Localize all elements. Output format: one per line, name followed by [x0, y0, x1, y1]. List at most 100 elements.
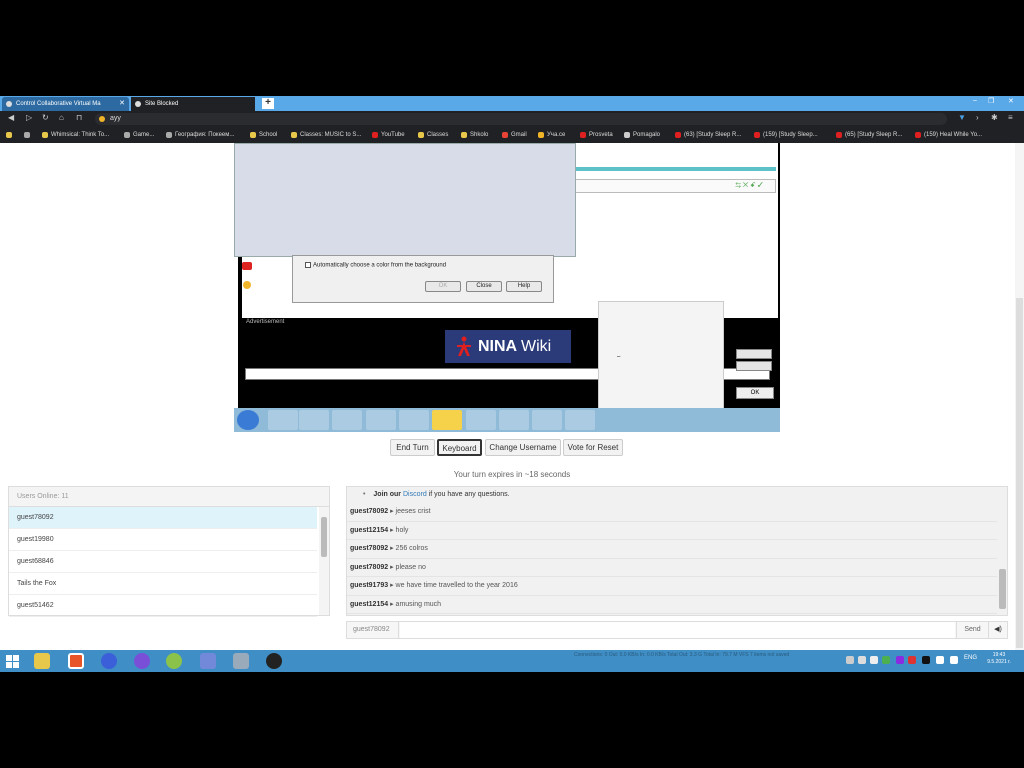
bookmark-geography[interactable]: География: Покеем... [166, 130, 234, 140]
tray-icon[interactable] [896, 656, 904, 664]
vm-explorer-icon[interactable] [268, 410, 298, 430]
bookmark-whimsical[interactable]: Whimsical: Think To... [42, 130, 109, 140]
home-icon[interactable]: ⌂ [59, 113, 64, 122]
close-window-icon[interactable]: ✕ [1008, 97, 1014, 105]
bookmark-game[interactable]: Game... [124, 130, 154, 140]
bookmark-school[interactable]: School [250, 130, 277, 140]
sound-icon[interactable]: ◀) [988, 622, 1007, 638]
tray-icon[interactable] [870, 656, 878, 664]
bookmark-pomagalo[interactable]: Pomagalo [624, 130, 660, 140]
app-icon[interactable] [166, 653, 182, 669]
tray-icon[interactable] [882, 656, 890, 664]
volume-icon[interactable] [950, 656, 958, 664]
windows-start-icon[interactable] [6, 655, 19, 668]
vm-help-button[interactable]: Help [506, 281, 542, 292]
network-icon[interactable] [936, 656, 944, 664]
vm-app-icon[interactable] [399, 410, 429, 430]
chat-input-bar: guest78092 Send ◀) [346, 621, 1008, 639]
restore-icon[interactable]: ❐ [988, 97, 994, 105]
bookmark-gmail[interactable]: Gmail [502, 130, 527, 140]
address-bar[interactable]: ayy [95, 113, 947, 125]
bookmark-classes[interactable]: Classes [418, 130, 448, 140]
bookmark-classes-music[interactable]: Classes: MUSIC to S... [291, 130, 361, 140]
bookmark-heal[interactable]: (159) Heal While Yo... [915, 130, 982, 140]
bookmark-study-sleep-2[interactable]: (159) [Study Sleep... [754, 130, 818, 140]
back-icon[interactable]: ◀ [8, 113, 14, 122]
chat-scroll-thumb[interactable] [999, 569, 1006, 609]
end-turn-button[interactable]: End Turn [390, 439, 435, 456]
tab-control-collaborative[interactable]: Control Collaborative Virtual Ma ✕ [2, 97, 129, 111]
tray-icon[interactable] [908, 656, 916, 664]
brave-browser-icon[interactable] [68, 653, 84, 669]
vm-ok-button-2[interactable]: OK [736, 387, 774, 399]
vm-media-icon[interactable] [332, 410, 362, 430]
extensions-icon[interactable]: ✱ [991, 113, 998, 122]
tab-site-blocked[interactable]: Site Blocked [131, 97, 255, 111]
vm-close-button[interactable]: Close [466, 281, 502, 292]
tray-icon[interactable] [846, 656, 854, 664]
vm-chrome-icon[interactable] [366, 410, 396, 430]
obs-icon[interactable] [266, 653, 282, 669]
forward-icon[interactable]: ▷ [26, 113, 32, 122]
vm-app2-icon[interactable] [532, 410, 562, 430]
vm-dialog: Automatically choose a color from the ba… [292, 255, 554, 303]
vm-notes-icon[interactable] [432, 410, 462, 430]
bookmark-youtube[interactable]: YouTube [372, 130, 405, 140]
brave-shield-icon[interactable]: ▼ [958, 113, 966, 122]
reload-icon[interactable]: ↻ [42, 113, 49, 122]
chat-text: holy [395, 526, 409, 534]
bookmark-icon[interactable]: ⊓ [76, 113, 82, 122]
tray-icon[interactable] [858, 656, 866, 664]
page-scroll-thumb[interactable] [1016, 298, 1023, 648]
user-item[interactable]: guest51462 [9, 595, 317, 617]
send-button[interactable]: Send [956, 622, 988, 638]
users-scroll-thumb[interactable] [321, 517, 327, 557]
users-scrollbar[interactable] [319, 507, 329, 615]
page-scrollbar[interactable] [1015, 143, 1024, 650]
vm-calc-icon[interactable] [466, 410, 496, 430]
discord-link[interactable]: Discord [403, 491, 427, 498]
user-item[interactable]: guest78092 [9, 507, 317, 529]
user-item[interactable]: guest68846 [9, 551, 317, 573]
vm-network-icon[interactable] [499, 410, 529, 430]
site-info-icon[interactable] [99, 116, 105, 122]
bookmark-study-sleep-3[interactable]: (65) [Study Sleep R... [836, 130, 902, 140]
bookmark-shkolo[interactable]: Shkolo [461, 130, 488, 140]
globe-icon[interactable] [24, 130, 30, 140]
bookmark-uchase[interactable]: Уча.се [538, 130, 565, 140]
menu-icon[interactable]: ≡ [1008, 113, 1013, 122]
bookmark-prosveta[interactable]: Prosveta [580, 130, 613, 140]
chat-message-input[interactable] [400, 622, 955, 638]
tray-icon[interactable] [922, 656, 930, 664]
bookmark-study-sleep-1[interactable]: (63) [Study Sleep R... [675, 130, 741, 140]
viber-icon[interactable] [134, 653, 150, 669]
vm-side-icons [242, 258, 254, 298]
chat-scrollbar[interactable] [998, 487, 1007, 615]
vm-auto-color-checkbox[interactable]: Automatically choose a color from the ba… [305, 262, 446, 269]
tab-close-icon[interactable]: ✕ [119, 97, 125, 111]
file-explorer-icon[interactable] [34, 653, 50, 669]
minimize-icon[interactable]: – [973, 97, 977, 104]
user-item[interactable]: guest19980 [9, 529, 317, 551]
chat-username: guest12154 [350, 600, 389, 608]
apps-icon[interactable] [6, 130, 12, 140]
new-tab-button[interactable]: + [262, 98, 274, 109]
user-item[interactable]: Tails the Fox [9, 573, 317, 595]
vote-reset-button[interactable]: Vote for Reset [563, 439, 623, 456]
vm-folder-icon[interactable] [299, 410, 329, 430]
keyboard-button[interactable]: Keyboard [437, 439, 482, 456]
change-username-button[interactable]: Change Username [485, 439, 561, 456]
app2-icon[interactable] [233, 653, 249, 669]
bullet-icon: • [363, 491, 366, 498]
vm-nina-wiki-banner[interactable]: NINA Wiki [445, 330, 571, 363]
vm-side-button[interactable] [736, 361, 772, 371]
discord-icon[interactable] [200, 653, 216, 669]
vm-side-button[interactable] [736, 349, 772, 359]
screen: Control Collaborative Virtual Ma ✕ Site … [0, 96, 1024, 672]
forward-arrow-icon[interactable]: › [976, 113, 979, 122]
vm-start-icon[interactable] [237, 410, 259, 430]
vm-ok-button[interactable]: OK [425, 281, 461, 292]
vm-app3-icon[interactable] [565, 410, 595, 430]
vm-display[interactable]: ⇆ ✕ ꗃ ✓ Automatically choose a color fro… [234, 143, 780, 432]
firefox-icon[interactable] [101, 653, 117, 669]
